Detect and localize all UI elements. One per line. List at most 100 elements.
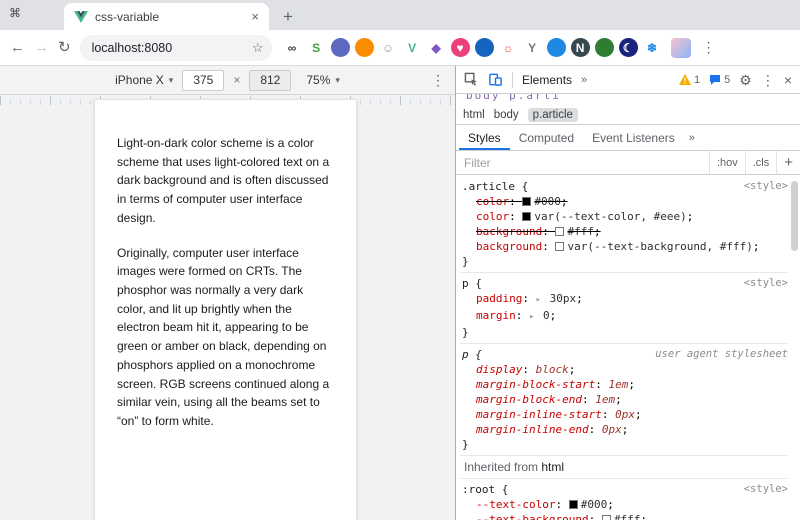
tab-elements[interactable]: Elements [522,73,572,87]
extension-flag-icon[interactable] [474,38,494,57]
styles-filter-row: :hov .cls + [456,151,800,175]
css-declaration[interactable]: margin-inline-end: 0px; [462,422,788,437]
device-select[interactable]: iPhone X ▾ [115,73,173,87]
rendered-page: Light-on-dark color scheme is a color sc… [94,99,357,520]
device-toggle-icon[interactable] [488,72,503,87]
extension-pink-icon[interactable]: ♥ [450,38,470,57]
extension-violet-icon[interactable]: ◆ [427,38,446,57]
css-declaration[interactable]: --text-color: #000; [462,497,788,512]
css-declaration[interactable]: color: #000; [462,194,788,209]
stylesheet-link[interactable]: <style> [744,482,788,497]
url-text[interactable]: localhost:8080 [92,41,246,55]
tab-strip: ⌘ css-variable × + [0,0,800,30]
extension-red-burst-icon[interactable]: ☼ [499,38,518,57]
expand-shorthand-icon[interactable]: ▸ [536,295,541,305]
style-rule: .article {<style> color: #000; color: var(… [460,176,788,273]
extension-orange-icon[interactable] [354,38,374,57]
breadcrumb-html[interactable]: html [463,109,485,121]
reload-icon[interactable]: ↻ [58,40,71,55]
style-rule: p {user agent stylesheet display: block; m… [460,344,788,456]
device-toolbar-menu-icon[interactable]: ⋮ [431,72,445,89]
stylesheet-link[interactable]: <style> [744,179,788,194]
rule-selector[interactable]: :root [462,483,495,496]
omnibox[interactable]: localhost:8080 ☆ [79,34,272,61]
css-declaration[interactable]: background: var(--text-background, #fff)… [462,239,788,254]
more-panels-icon[interactable]: » [581,74,587,86]
css-declaration[interactable]: padding: ▸ 30px; [462,291,788,308]
address-bar: ← → ↻ localhost:8080 ☆ ∞ S ☺ V ◆ ♥ ☼ Y N ☾ ❄ ⋮ [0,30,800,66]
css-declaration[interactable]: margin: ▸ 0; [462,308,788,325]
css-declaration[interactable]: color: var(--text-color, #eee); [462,209,788,224]
profile-avatar[interactable] [670,37,691,58]
style-rule: p {<style> padding: ▸ 30px; margin: ▸ 0;} [460,273,788,344]
extension-s-icon[interactable]: S [307,38,326,57]
extension-navy-moon-icon[interactable]: ☾ [618,38,638,57]
css-declaration[interactable]: display: block; [462,362,788,377]
stylesheet-link[interactable]: user agent stylesheet [655,347,788,362]
extension-infinity-icon[interactable]: ∞ [283,38,302,57]
back-icon[interactable]: ← [10,40,25,55]
breadcrumb-body[interactable]: body [494,109,519,121]
css-declaration[interactable]: margin-block-end: 1em; [462,392,788,407]
tab-title: css-variable [95,9,160,24]
stylesheet-link[interactable]: <style> [744,276,788,291]
extension-icons: ∞ S ☺ V ◆ ♥ ☼ Y N ☾ ❄ [283,38,662,57]
warning-badge[interactable]: 1 [679,74,700,86]
extension-green-icon[interactable] [594,38,614,57]
chevron-down-icon: ▾ [168,74,174,85]
scrollbar-thumb[interactable] [791,181,798,251]
css-declaration[interactable]: margin-inline-start: 0px; [462,407,788,422]
extension-y-icon[interactable]: Y [523,38,542,57]
browser-tab[interactable]: css-variable × [64,3,269,30]
rule-selector[interactable]: .article [462,180,515,193]
tab-styles[interactable]: Styles [459,125,510,150]
device-viewport: Light-on-dark color scheme is a color sc… [0,95,455,520]
bookmark-star-icon[interactable]: ☆ [252,40,264,56]
settings-gear-icon[interactable]: ⚙ [739,73,752,87]
breadcrumb-p-article[interactable]: p.article [527,108,578,122]
console-message-badge[interactable]: 5 [709,74,730,86]
page-paragraph: Originally, computer user interface imag… [117,245,330,429]
extension-blue-icon[interactable] [546,38,566,57]
extension-vue-icon[interactable]: V [403,38,422,57]
rule-selector[interactable]: p [462,348,469,361]
message-bubble-icon [710,74,721,85]
devtools-toolbar: Elements » 1 5 ⚙ ⋮ × [456,66,800,94]
dom-tree-clipped-row[interactable]: body p.arti [456,94,800,106]
color-swatch[interactable] [568,500,578,509]
inherited-node-link[interactable]: html [541,460,564,474]
browser-menu-icon[interactable]: ⋮ [702,39,716,56]
css-declaration[interactable]: background: #fff; [462,224,788,239]
expand-shorthand-icon[interactable]: ▸ [529,312,534,322]
more-tabs-icon[interactable]: » [684,125,700,150]
devtools-menu-icon[interactable]: ⋮ [761,73,775,87]
hover-state-toggle[interactable]: :hov [708,151,745,174]
class-toggle[interactable]: .cls [744,151,777,174]
extension-snow-icon[interactable]: ❄ [643,38,662,57]
css-declaration[interactable]: margin-block-start: 1em; [462,377,788,392]
viewport-width-input[interactable] [182,69,225,91]
devtools-close-icon[interactable]: × [784,73,792,87]
tab-close-icon[interactable]: × [251,9,259,24]
css-declaration[interactable]: --text-background: #fff; [462,512,788,520]
tab-computed[interactable]: Computed [510,125,583,150]
extension-smiley-icon[interactable]: ☺ [379,38,398,57]
rule-selector[interactable]: p [462,277,469,290]
main-content: iPhone X ▾ × 75% ▾ ⋮ Light-on-dark color… [0,66,800,520]
dimension-times-label: × [233,73,241,87]
color-swatch[interactable] [555,242,565,251]
zoom-select[interactable]: 75% ▾ [306,73,340,87]
viewport-height-input[interactable] [249,69,292,91]
color-swatch[interactable] [522,197,532,206]
inspect-element-icon[interactable] [464,72,479,87]
extension-purple-icon[interactable] [330,38,350,57]
new-style-rule-button[interactable]: + [776,151,800,174]
tab-event-listeners[interactable]: Event Listeners [583,125,684,150]
filter-input[interactable] [456,151,709,174]
color-swatch[interactable] [522,212,532,221]
color-swatch[interactable] [601,515,611,520]
color-swatch[interactable] [555,227,565,236]
new-tab-button[interactable]: + [283,8,293,25]
device-toolbar: iPhone X ▾ × 75% ▾ ⋮ [0,66,455,95]
extension-dark-n-icon[interactable]: N [570,38,590,57]
